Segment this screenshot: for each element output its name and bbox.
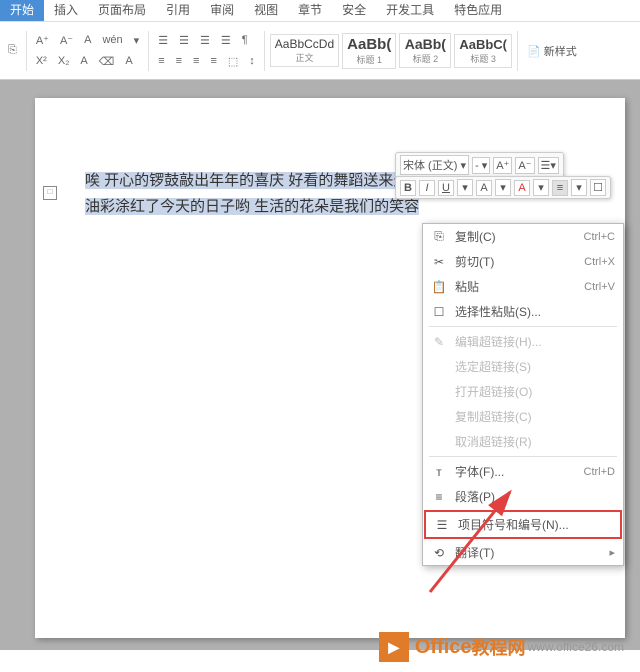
align-left-button[interactable]: ≡ (154, 52, 168, 70)
watermark-logo-icon: ▶ (379, 632, 409, 662)
mini-align-button[interactable]: ≡ (552, 180, 568, 196)
paragraph-icon: ≡ (431, 490, 447, 504)
show-marks-button[interactable]: ¶ (238, 31, 252, 49)
style-normal[interactable]: AaBbCcDd正文 (270, 34, 339, 67)
tab-view[interactable]: 视图 (244, 0, 288, 21)
cut-icon: ✂ (431, 255, 447, 269)
new-style-button[interactable]: 📄 新样式 (523, 41, 581, 61)
tab-start[interactable]: 开始 (0, 0, 44, 21)
copy-icon: ⎘ (431, 229, 447, 244)
ctx-paragraph[interactable]: ≡段落(P)... (423, 484, 623, 509)
tab-insert[interactable]: 插入 (44, 0, 88, 21)
ctx-translate[interactable]: ⟲翻译(T)▸ (423, 540, 623, 565)
font-color-button[interactable]: A (76, 52, 91, 70)
font-group: A⁺ A⁻ A wén ▾ X² X₂ A ⌫ A (32, 31, 143, 71)
edit-link-icon: ✎ (431, 335, 447, 349)
ctx-font[interactable]: ᴛ字体(F)...Ctrl+D (423, 459, 623, 484)
mini-highlight-button[interactable]: A (476, 180, 492, 196)
mini-fontcolor-dropdown[interactable]: ▾ (533, 179, 549, 196)
ctx-paste[interactable]: 📋粘贴Ctrl+V (423, 274, 623, 299)
mini-underline-button[interactable]: U (438, 180, 454, 196)
tab-review[interactable]: 审阅 (200, 0, 244, 21)
mini-toolbar-row2: B I U ▾ A ▾ A ▾ ≡ ▾ ☐ (395, 176, 611, 199)
mini-align-dropdown[interactable]: ▾ (571, 179, 587, 196)
selected-text-line2[interactable]: 油彩涂红了今天的日子哟 生活的花朵是我们的笑容 (85, 198, 419, 215)
watermark-cn: 教程网 (472, 634, 526, 660)
mini-size-select[interactable]: - ▾ (472, 157, 490, 174)
font-dropdown-icon[interactable]: ▾ (130, 31, 144, 50)
numbering-icon: ☰ (434, 518, 450, 532)
align-center-button[interactable]: ≡ (172, 52, 186, 70)
style-heading3[interactable]: AaBbC(标题 3 (454, 34, 512, 68)
mini-grow-font[interactable]: A⁺ (493, 157, 512, 174)
watermark: ▶ Office 教程网 www.office26.com (379, 632, 624, 662)
styles-gallery: AaBbCcDd正文 AaBb(标题 1 AaBb(标题 2 AaBbC(标题 … (270, 33, 512, 69)
paragraph-group: ☰ ☰ ☰ ☰ ¶ ≡ ≡ ≡ ≡ ⬚ ↕ (154, 31, 259, 71)
translate-icon: ⟲ (431, 546, 447, 560)
font-icon: ᴛ (431, 465, 447, 479)
mini-highlight-dropdown[interactable]: ▾ (495, 179, 511, 196)
phonetic-button[interactable]: wén (98, 31, 126, 49)
change-case-button[interactable]: A (80, 31, 95, 49)
tab-chapter[interactable]: 章节 (288, 0, 332, 21)
mini-shrink-font[interactable]: A⁻ (515, 157, 534, 174)
tab-reference[interactable]: 引用 (156, 0, 200, 21)
selected-text-line1[interactable]: 唉 开心的锣鼓敲出年年的喜庆 好看的舞蹈送来天一 (85, 172, 423, 189)
tab-apps[interactable]: 特色应用 (444, 0, 512, 21)
superscript-button[interactable]: X² (32, 52, 51, 70)
mini-underline-dropdown[interactable]: ▾ (457, 179, 473, 196)
ctx-open-hyperlink: 打开超链接(O) (423, 379, 623, 404)
mini-toolbar: 宋体 (正文) ▾ - ▾ A⁺ A⁻ ☰▾ (395, 152, 564, 178)
indent-dec-button[interactable]: ☰ (196, 31, 214, 50)
mini-italic-button[interactable]: I (419, 180, 435, 196)
mini-fontcolor-button[interactable]: A (514, 180, 530, 196)
style-heading2[interactable]: AaBb(标题 2 (399, 33, 451, 68)
ctx-copy[interactable]: ⎘复制(C)Ctrl+C (423, 224, 623, 249)
paste-icon: 📋 (431, 280, 447, 294)
align-justify-button[interactable]: ≡ (206, 52, 220, 70)
numbering-button[interactable]: ☰ (175, 31, 193, 50)
clear-format-button[interactable]: ⌫ (95, 52, 119, 71)
mini-list-button[interactable]: ☰▾ (538, 157, 559, 174)
watermark-url: www.office26.com (528, 640, 625, 654)
subscript-button[interactable]: X₂ (54, 52, 74, 70)
highlight-button[interactable]: A (121, 52, 136, 70)
ctx-cut[interactable]: ✂剪切(T)Ctrl+X (423, 249, 623, 274)
ribbon-tabs: 开始 插入 页面布局 引用 审阅 视图 章节 安全 开发工具 特色应用 (0, 0, 640, 22)
format-painter-icon[interactable]: ⎘ (4, 41, 21, 60)
mini-font-select[interactable]: 宋体 (正文) ▾ (400, 155, 469, 175)
ctx-select-hyperlink: 选定超链接(S) (423, 354, 623, 379)
shading-button[interactable]: ⬚ (224, 52, 242, 71)
ctx-paste-special[interactable]: ☐选择性粘贴(S)... (423, 299, 623, 324)
mini-border-button[interactable]: ☐ (590, 179, 606, 196)
ctx-remove-hyperlink: 取消超链接(R) (423, 429, 623, 454)
ctx-bullets-numbering[interactable]: ☰项目符号和编号(N)... (424, 510, 622, 539)
paste-special-icon: ☐ (431, 305, 447, 319)
ctx-separator (429, 326, 617, 327)
ribbon: ⎘ A⁺ A⁻ A wén ▾ X² X₂ A ⌫ A ☰ ☰ ☰ ☰ ¶ ≡ … (0, 22, 640, 80)
linespacing-button[interactable]: ↕ (245, 52, 259, 70)
tab-security[interactable]: 安全 (332, 0, 376, 21)
watermark-brand: Office (415, 636, 472, 659)
ctx-separator-2 (429, 456, 617, 457)
shrink-font-button[interactable]: A⁻ (56, 31, 77, 50)
ctx-copy-hyperlink: 复制超链接(C) (423, 404, 623, 429)
page-margin-icon: □ (43, 186, 57, 200)
indent-inc-button[interactable]: ☰ (217, 31, 235, 50)
grow-font-button[interactable]: A⁺ (32, 31, 53, 50)
mini-bold-button[interactable]: B (400, 180, 416, 196)
bullets-button[interactable]: ☰ (154, 31, 172, 50)
tab-dev[interactable]: 开发工具 (376, 0, 444, 21)
style-heading1[interactable]: AaBb(标题 1 (342, 33, 396, 69)
context-menu: ⎘复制(C)Ctrl+C ✂剪切(T)Ctrl+X 📋粘贴Ctrl+V ☐选择性… (422, 223, 624, 566)
tab-layout[interactable]: 页面布局 (88, 0, 156, 21)
ctx-edit-hyperlink: ✎编辑超链接(H)... (423, 329, 623, 354)
align-right-button[interactable]: ≡ (189, 52, 203, 70)
